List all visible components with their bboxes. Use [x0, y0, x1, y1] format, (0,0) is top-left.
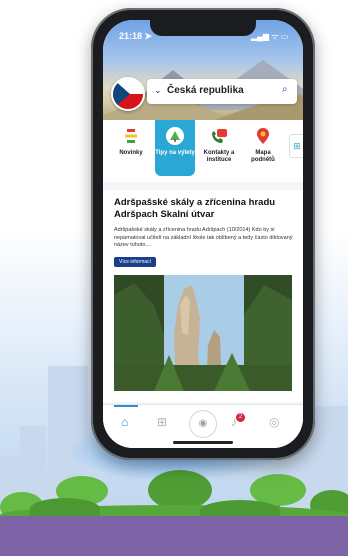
home-indicator [173, 441, 233, 444]
status-icons: ▂▄▆ ᯤ ▭ [251, 32, 289, 41]
tree [148, 470, 212, 510]
ground [0, 516, 348, 556]
grid-menu-icon[interactable]: ⊞ [289, 134, 303, 158]
article-photo[interactable] [114, 275, 292, 391]
phone-notch [150, 18, 256, 36]
category-label: Mapa podnětů [251, 150, 275, 163]
news-icon [125, 129, 137, 143]
rock-formation-image [114, 275, 292, 391]
category-news[interactable]: Novinky [111, 120, 151, 176]
notification-badge: 2 [236, 413, 245, 422]
contacts-icon [212, 129, 227, 143]
czech-flag-icon[interactable] [111, 77, 145, 111]
region-selector[interactable]: ⌄ Česká republika ⌕ [147, 79, 297, 104]
more-info-button[interactable]: Více informací [114, 257, 156, 267]
grid-icon[interactable]: ⊞ [157, 415, 167, 429]
article-card[interactable]: Adršpašské skály a zřícenina hradu Adršp… [103, 190, 303, 402]
article-title: Adršpašské skály a zřícenina hradu Adršp… [114, 197, 276, 220]
trip-tips-icon [166, 127, 184, 145]
category-contacts[interactable]: Kontakty a instituce [199, 120, 239, 176]
search-icon[interactable]: ⌕ [282, 84, 288, 95]
home-icon[interactable]: ⌂ [121, 415, 128, 429]
article-excerpt: Adršpašské skály a zřícenina hradu Adršp… [114, 227, 293, 248]
status-time: 21:18 ➤ [119, 31, 153, 41]
region-value: Česká republika [167, 85, 244, 96]
chevron-down-icon: ⌄ [154, 85, 162, 95]
map-pin-icon [257, 128, 269, 144]
category-label: Kontakty a instituce [203, 150, 235, 163]
category-label: Tipy na výlety [155, 150, 195, 156]
category-label: Novinky [119, 150, 143, 156]
camera-icon[interactable]: ◉ [189, 410, 217, 438]
app-screen: 21:18 ➤ ▂▄▆ ᯤ ▭ ⌄ Česká republika ⌕ Novi… [103, 20, 303, 448]
profile-icon[interactable]: ◎ [269, 415, 279, 429]
category-bar: Novinky Tipy na výlety Kontakty a instit… [103, 120, 303, 182]
category-map[interactable]: Mapa podnětů [243, 120, 283, 176]
category-trip-tips[interactable]: Tipy na výlety [155, 120, 195, 176]
active-tab-indicator [114, 405, 138, 407]
